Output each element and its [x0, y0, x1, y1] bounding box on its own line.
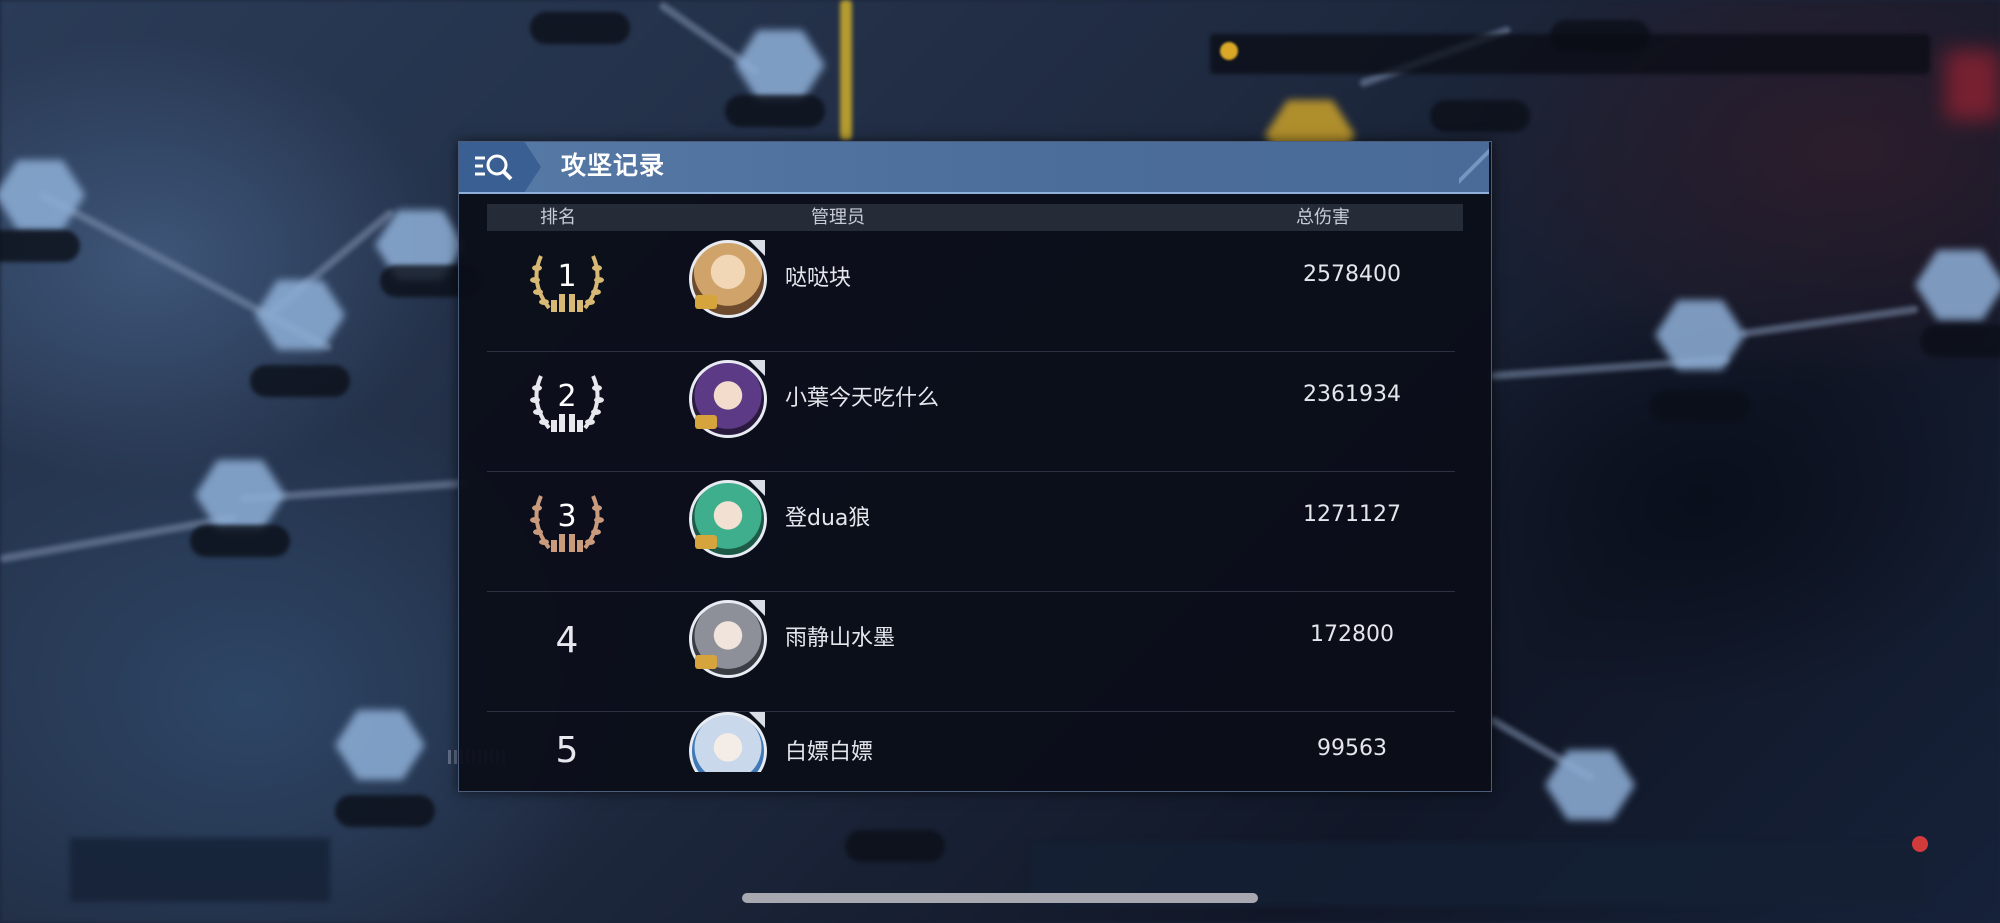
map-node — [1530, 740, 1650, 830]
manager-name: 白嫖白嫖 — [785, 740, 874, 765]
panel-title: 攻坚记录 — [561, 151, 666, 180]
map-node — [240, 270, 360, 360]
total-damage: 172800 — [1310, 622, 1394, 647]
map-level-tag — [845, 830, 945, 862]
total-damage: 99563 — [1317, 736, 1387, 761]
table-row[interactable]: 5 白嫖白嫖 99563 — [487, 712, 1463, 772]
header-manager: 管理员 — [811, 207, 865, 228]
siege-record-panel: 攻坚记录 排名 管理员 总伤害 1 哒哒块 2578400 2 小葉今天吃什么 … — [458, 141, 1492, 792]
map-level-tag — [1920, 325, 2000, 357]
search-list-icon — [475, 154, 513, 181]
avatar-badge-icon — [695, 295, 717, 309]
ranking-list[interactable]: 1 哒哒块 2578400 2 小葉今天吃什么 2361934 3 登dua狼 … — [487, 232, 1463, 772]
resource-bar — [1210, 34, 1930, 74]
map-alert-glow — [1945, 50, 2000, 120]
map-road — [840, 0, 852, 140]
map-level-tag — [725, 95, 825, 127]
rank-number: 5 — [555, 730, 579, 771]
rank-number: 4 — [555, 620, 579, 661]
avatar-badge-icon — [695, 415, 717, 429]
manager-name: 哒哒块 — [785, 266, 852, 291]
map-node — [1640, 290, 1760, 380]
silver-laurel-icon: 2 — [530, 375, 604, 432]
svg-text:2: 2 — [557, 379, 576, 414]
home-indicator[interactable] — [742, 893, 1258, 903]
avatar-badge-icon — [695, 535, 717, 549]
avatar-badge-icon — [695, 655, 717, 669]
table-row[interactable]: 1 哒哒块 2578400 — [487, 232, 1463, 352]
bronze-laurel-icon: 3 — [530, 495, 604, 552]
header-damage: 总伤害 — [1296, 207, 1350, 228]
total-damage: 2578400 — [1303, 262, 1401, 287]
manager-name: 登dua狼 — [785, 506, 871, 531]
map-level-tag — [1650, 390, 1750, 422]
table-row[interactable]: 4 雨静山水墨 172800 — [487, 592, 1463, 712]
avatar[interactable] — [689, 712, 767, 772]
chevron-decoration-icon — [1459, 142, 1489, 192]
map-level-tag — [0, 230, 80, 262]
svg-text:1: 1 — [557, 259, 576, 294]
svg-text:3: 3 — [557, 499, 576, 534]
map-node — [1900, 240, 2000, 330]
manager-name: 雨静山水墨 — [785, 626, 896, 651]
map-level-tag — [335, 795, 435, 827]
search-list-button[interactable] — [459, 142, 541, 192]
total-damage: 2361934 — [1303, 382, 1401, 407]
map-level-tag — [250, 365, 350, 397]
bottom-left-menu[interactable] — [70, 838, 330, 902]
table-row[interactable]: 2 小葉今天吃什么 2361934 — [487, 352, 1463, 472]
map-level-tag — [1430, 100, 1530, 132]
table-row[interactable]: 3 登dua狼 1271127 — [487, 472, 1463, 592]
gold-laurel-icon: 1 — [530, 255, 604, 312]
map-node — [320, 700, 440, 790]
header-rank: 排名 — [540, 207, 576, 228]
map-level-tag — [530, 12, 630, 44]
map-level-tag — [190, 525, 290, 557]
gold-coin-icon — [1220, 42, 1238, 60]
table-header: 排名 管理员 总伤害 — [487, 204, 1463, 231]
map-node — [0, 150, 100, 240]
total-damage: 1271127 — [1303, 502, 1401, 527]
manager-name: 小葉今天吃什么 — [785, 386, 940, 411]
panel-titlebar: 攻坚记录 — [459, 142, 1489, 194]
notification-dot — [1912, 836, 1928, 852]
